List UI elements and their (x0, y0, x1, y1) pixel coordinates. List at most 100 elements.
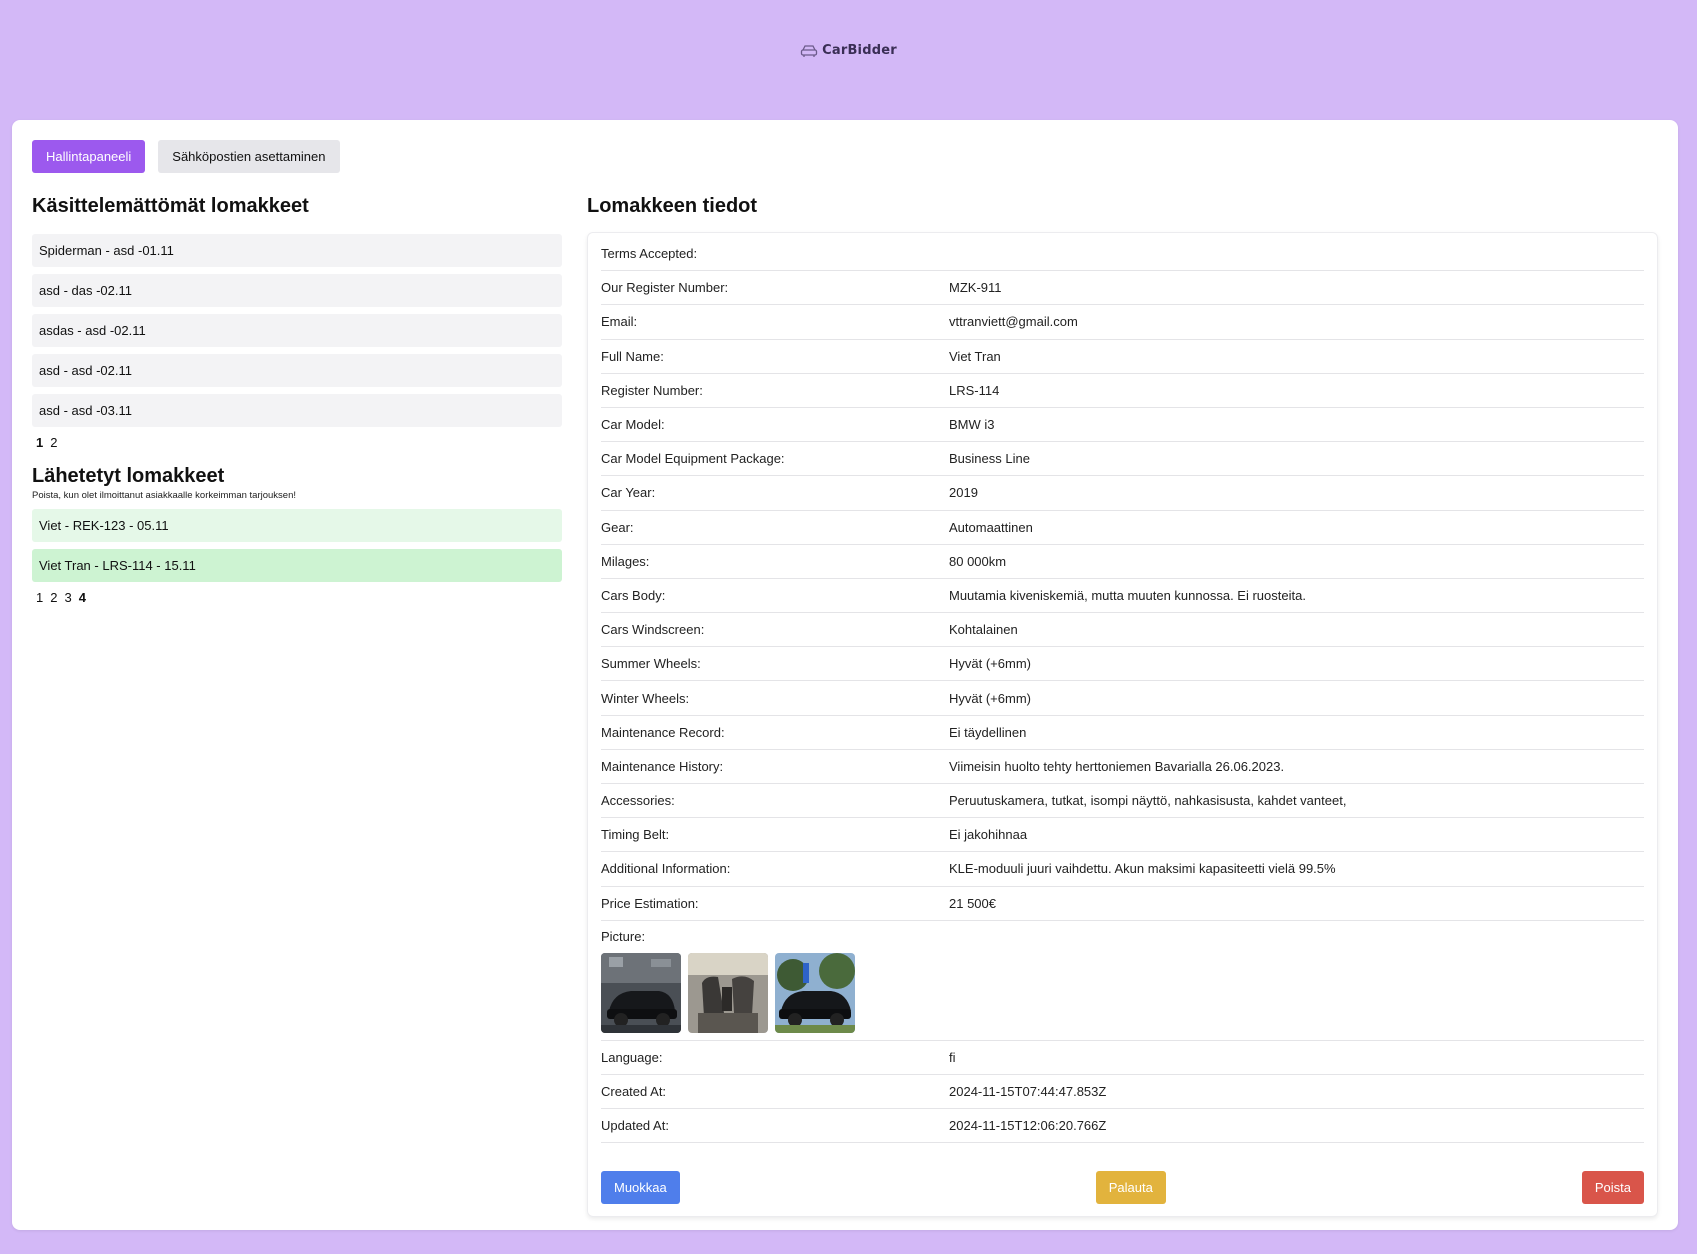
forms-column: Käsittelemättömät lomakkeet Spiderman - … (32, 194, 562, 605)
field-label: Winter Wheels: (601, 690, 690, 706)
list-item-selected[interactable]: Viet Tran - LRS-114 - 15.11 (32, 549, 562, 582)
unprocessed-forms-title: Käsittelemättömät lomakkeet (32, 195, 309, 217)
list-item[interactable]: asd - asd -03.11 (32, 394, 562, 427)
field-value: 2024-11-15T12:06:20.766Z (949, 1118, 1107, 1134)
field-label: Summer Wheels: (601, 656, 701, 672)
field-label: Terms Accepted: (601, 246, 698, 262)
field-label: Car Model: (601, 417, 665, 433)
main-card: Hallintapaneeli Sähköpostien asettaminen… (12, 120, 1678, 1230)
detail-row: Terms Accepted: (601, 237, 1644, 272)
field-label: Picture: (601, 928, 646, 944)
page-link[interactable]: 4 (79, 590, 86, 605)
detail-row: Summer Wheels: Hyvät (+6mm) (601, 647, 1644, 682)
detail-row: Winter Wheels: Hyvät (+6mm) (601, 681, 1644, 716)
field-label: Full Name: (601, 348, 664, 364)
detail-row: Cars Body: Muutamia kiveniskemiä, mutta m… (601, 579, 1644, 614)
detail-row: Register Number: LRS-114 (601, 374, 1644, 408)
car-icon (800, 44, 818, 57)
delete-button[interactable]: Poista (1581, 1171, 1644, 1204)
detail-fields: Terms Accepted: Our Register Number: MZK-9… (601, 237, 1644, 921)
field-label: Created At: (601, 1084, 667, 1100)
field-value: vttranviett@gmail.com (949, 314, 1078, 330)
field-label: Milages: (601, 553, 650, 569)
detail-row: Cars Windscreen: Kohtalainen (601, 613, 1644, 648)
form-details-card: Terms Accepted: Our Register Number: MZK-9… (587, 232, 1658, 1217)
detail-row: Car Model Equipment Package: Business Lin… (601, 442, 1644, 477)
sent-forms-list: Viet - REK-123 - 05.11 Viet Tran - LRS-1… (32, 509, 562, 582)
detail-row: Language: fi (601, 1041, 1644, 1075)
list-item[interactable]: asd - asd -02.11 (32, 354, 562, 387)
page-link[interactable]: 1 (36, 435, 43, 450)
field-value: Automaattinen (949, 519, 1033, 535)
detail-row: Car Model: BMW i3 (601, 408, 1644, 443)
picture-gallery (601, 952, 1644, 1033)
field-value: MZK-911 (949, 280, 1002, 296)
list-item[interactable]: Viet - REK-123 - 05.11 (32, 509, 562, 542)
detail-row: Updated At: 2024-11-15T12:06:20.766Z (601, 1109, 1644, 1144)
brand-name: CarBidder (822, 43, 897, 58)
field-value: 21 500€ (949, 895, 996, 911)
tab-dashboard[interactable]: Hallintapaneeli (32, 140, 146, 173)
field-label: Updated At: (601, 1118, 669, 1134)
detail-row: Additional Information: KLE-moduuli juuri… (601, 852, 1644, 887)
field-label: Car Year: (601, 485, 656, 501)
field-value: Peruutuskamera, tutkat, isompi näyttö, n… (949, 793, 1347, 809)
form-details-title: Lomakkeen tiedot (587, 195, 758, 217)
list-item[interactable]: asd - das -02.11 (32, 274, 562, 307)
field-value: fi (949, 1049, 956, 1065)
car-photo-thumbnail[interactable] (775, 952, 855, 1033)
detail-row: Gear: Automaattinen (601, 511, 1644, 545)
detail-row: Email: vttranviett@gmail.com (601, 305, 1644, 340)
edit-button[interactable]: Muokkaa (601, 1171, 680, 1204)
detail-row: Our Register Number: MZK-911 (601, 271, 1644, 306)
field-value: Ei jakohihnaa (949, 827, 1028, 843)
detail-row: Price Estimation: 21 500€ (601, 887, 1644, 921)
sent-forms-note: Poista, kun olet ilmoittanut asiakkaalle… (32, 490, 297, 501)
field-value: 80 000km (949, 553, 1007, 569)
field-value: LRS-114 (949, 382, 1000, 398)
field-label: Maintenance History: (601, 758, 724, 774)
field-label: Our Register Number: (601, 280, 729, 296)
detail-row: Car Year: 2019 (601, 476, 1644, 511)
list-item[interactable]: Spiderman - asd -01.11 (32, 234, 562, 267)
page-link[interactable]: 1 (36, 590, 43, 605)
detail-row: Full Name: Viet Tran (601, 340, 1644, 374)
page-link[interactable]: 3 (64, 590, 71, 605)
tab-email-settings[interactable]: Sähköpostien asettaminen (158, 140, 340, 173)
field-value: Hyvät (+6mm) (949, 656, 1031, 672)
field-label: Gear: (601, 519, 634, 535)
form-actions: Muokkaa Palauta Poista (601, 1171, 1644, 1204)
page-link[interactable]: 2 (50, 590, 57, 605)
field-value: BMW i3 (949, 417, 995, 433)
field-label: Language: (601, 1049, 663, 1065)
field-label: Price Estimation: (601, 895, 699, 911)
unprocessed-pagination: 1 2 (32, 435, 562, 450)
restore-button[interactable]: Palauta (1095, 1171, 1166, 1204)
field-value: Muutamia kiveniskemiä, mutta muuten kunn… (949, 587, 1306, 603)
picture-row: Picture: (601, 921, 1644, 1041)
field-value: 2019 (949, 485, 978, 501)
field-value: Viet Tran (949, 348, 1001, 364)
field-value: Business Line (949, 451, 1030, 467)
field-value: Viimeisin huolto tehty herttoniemen Bava… (949, 758, 1285, 774)
sent-forms-title: Lähetetyt lomakkeet (32, 465, 225, 487)
header: CarBidder (0, 0, 1697, 120)
field-label: Car Model Equipment Package: (601, 451, 785, 467)
list-item[interactable]: asdas - asd -02.11 (32, 314, 562, 347)
detail-row: Maintenance Record: Ei täydellinen (601, 716, 1644, 750)
field-label: Timing Belt: (601, 827, 670, 843)
field-value: 2024-11-15T07:44:47.853Z (949, 1084, 1107, 1100)
field-value: KLE-moduuli juuri vaihdettu. Akun maksim… (949, 861, 1336, 877)
car-photo-thumbnail[interactable] (601, 952, 681, 1033)
field-value: Hyvät (+6mm) (949, 690, 1031, 706)
field-label: Maintenance Record: (601, 724, 725, 740)
brand-logo[interactable]: CarBidder (800, 43, 897, 58)
field-label: Additional Information: (601, 861, 731, 877)
field-label: Email: (601, 314, 638, 330)
field-value: Kohtalainen (949, 622, 1018, 638)
car-photo-thumbnail[interactable] (688, 952, 768, 1033)
detail-row: Accessories: Peruutuskamera, tutkat, isom… (601, 784, 1644, 819)
field-label: Cars Windscreen: (601, 622, 705, 638)
page-link[interactable]: 2 (50, 435, 57, 450)
meta-fields: Language: fi Created At: 2024-11-15T07:44:4… (601, 1041, 1644, 1144)
